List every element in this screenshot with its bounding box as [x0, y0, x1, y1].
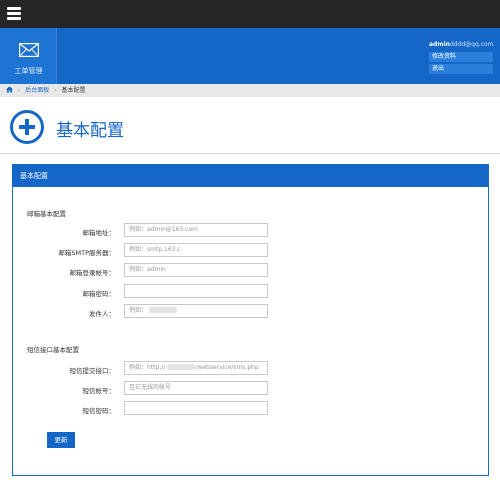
config-panel: 基本配置 邮箱基本配置 邮箱地址： 例如：admin@163.com 邮箱SMT…: [12, 164, 489, 476]
user-email: dddd@qq.com: [449, 41, 494, 48]
mail-address-placeholder: 例如：admin@163.com: [129, 226, 198, 233]
nav-band: 工单管理: [0, 28, 500, 84]
mail-account-label: 邮箱登录帐号：: [69, 269, 116, 277]
breadcrumb-dashboard[interactable]: 后台面板: [25, 84, 49, 97]
sms-endpoint-placeholder-end: /webservice/sms.php: [195, 364, 259, 371]
redacted-text: [149, 307, 178, 313]
nav-tile-tickets[interactable]: 工单管理: [0, 28, 57, 84]
breadcrumb-separator: ›: [17, 87, 21, 94]
mail-smtp-input[interactable]: 例如：smtp.163.c: [124, 243, 268, 257]
sms-endpoint-placeholder-start: 例如：http://: [129, 364, 166, 371]
envelope-icon: [19, 43, 39, 57]
mail-password-label: 邮箱密码：: [82, 290, 116, 298]
sms-account-input[interactable]: 互亿无线的帐号: [124, 381, 268, 395]
panel-title: 基本配置: [13, 165, 488, 187]
mail-account-placeholder: 例如：admin: [129, 266, 166, 273]
mail-sender-placeholder: 例如：: [129, 307, 148, 314]
sms-endpoint-input[interactable]: 例如：http:// /webservice/sms.php: [124, 361, 268, 375]
mail-sender-label: 发件人：: [89, 310, 115, 318]
hamburger-icon[interactable]: [7, 7, 21, 20]
edit-profile-link[interactable]: 修改资料: [429, 52, 493, 62]
sms-account-label: 短信帐号：: [82, 387, 116, 395]
page-title: 基本配置: [56, 121, 124, 141]
mail-address-input[interactable]: 例如：admin@163.com: [124, 223, 268, 237]
sms-section-title: 短信接口基本配置: [27, 346, 79, 354]
mail-address-label: 邮箱地址：: [82, 229, 116, 237]
sms-account-placeholder: 互亿无线的帐号: [129, 384, 172, 391]
user-identity: admindddd@qq.com: [429, 40, 494, 50]
breadcrumb-current: 基本配置: [61, 87, 86, 94]
sms-password-input[interactable]: [124, 401, 268, 415]
username: admin: [429, 41, 450, 48]
header-divider: [0, 153, 500, 154]
breadcrumb-separator: ›: [54, 87, 57, 94]
mail-account-input[interactable]: 例如：admin: [124, 263, 268, 277]
plus-circle-icon: [10, 110, 44, 144]
mail-smtp-label: 邮箱SMTP服务器：: [58, 249, 115, 257]
nav-tile-label: 工单管理: [14, 67, 43, 75]
top-bar: [0, 0, 500, 28]
breadcrumb: › 后台面板 › 基本配置: [0, 84, 500, 97]
user-box: admindddd@qq.com 修改资料 退出: [429, 40, 494, 74]
logout-link[interactable]: 退出: [429, 64, 493, 74]
redacted-text: [167, 364, 196, 370]
sms-endpoint-label: 短信提交接口：: [69, 367, 116, 375]
home-icon[interactable]: [6, 86, 13, 93]
mail-sender-input[interactable]: 例如：: [124, 304, 268, 318]
mail-password-input[interactable]: [124, 284, 268, 298]
update-button[interactable]: 更新: [47, 432, 75, 448]
mail-section-title: 邮箱基本配置: [27, 210, 66, 218]
sms-password-label: 短信密码：: [82, 407, 116, 415]
mail-smtp-placeholder: 例如：smtp.163.c: [129, 246, 181, 253]
